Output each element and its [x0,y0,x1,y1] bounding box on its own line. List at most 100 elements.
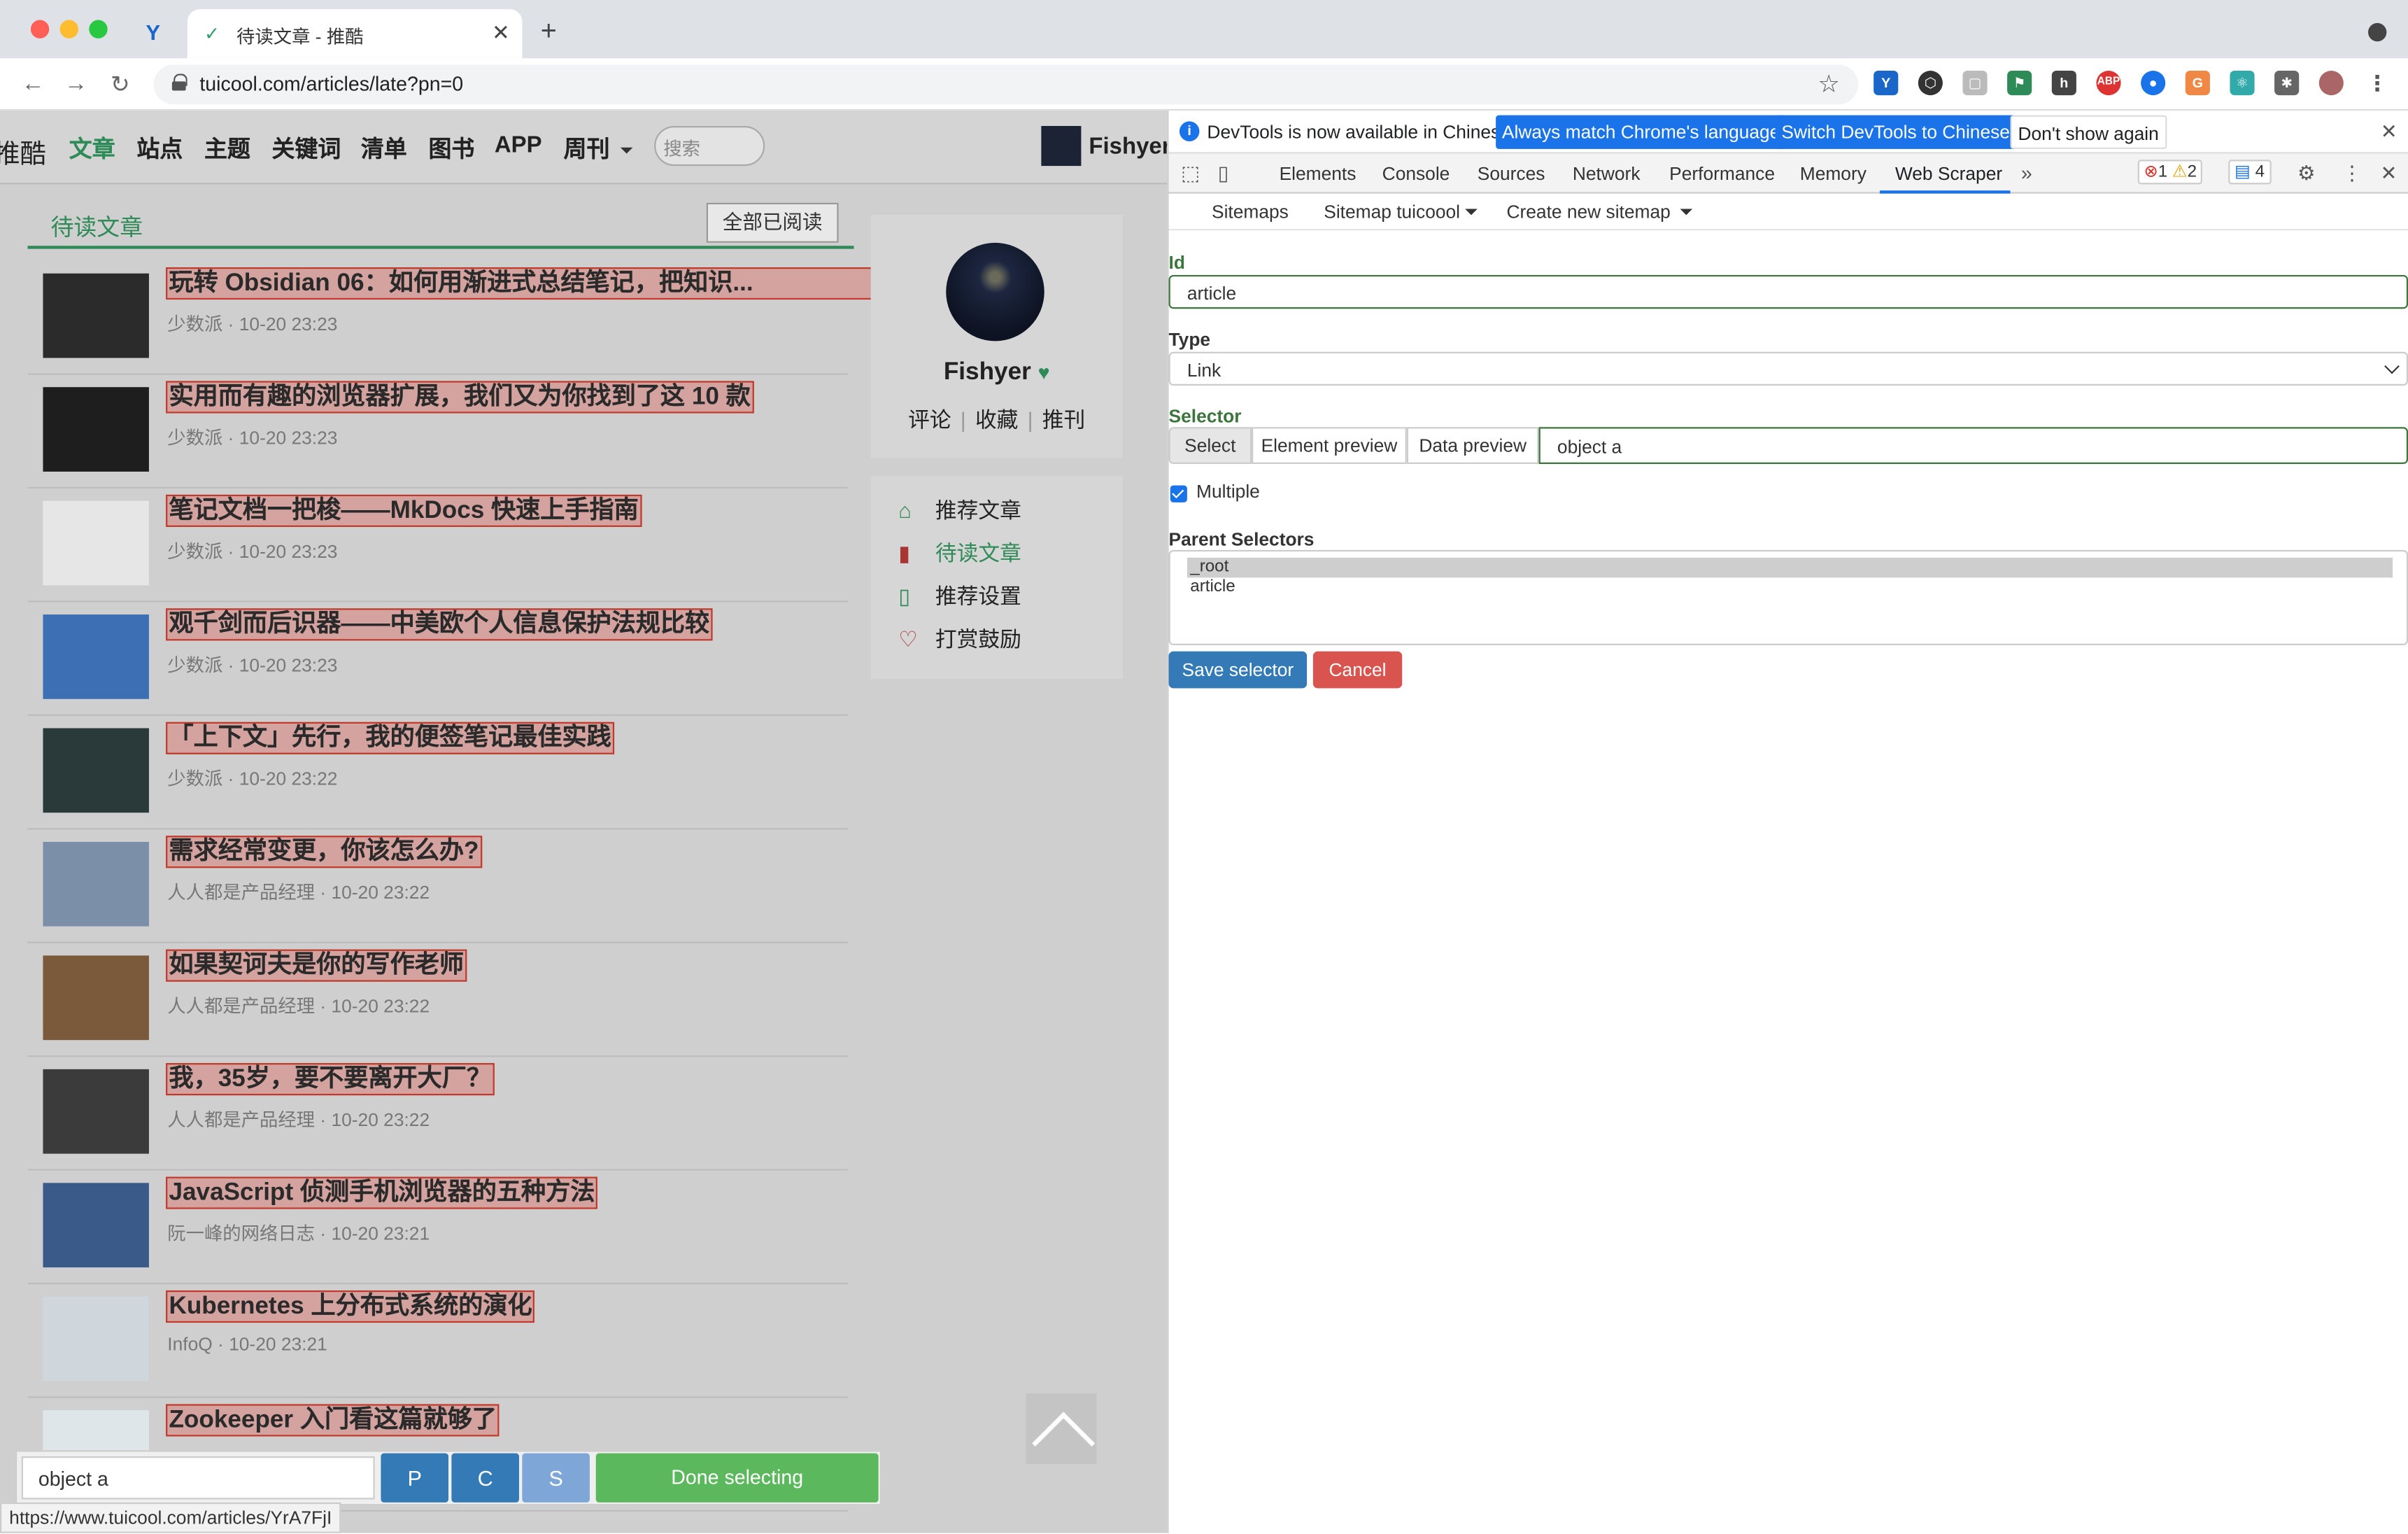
list-item[interactable]: 我，35岁，要不要离开大厂？ 人人都是产品经理 · 10-20 23:22 [27,1057,848,1171]
list-item[interactable]: 需求经常变更，你该怎么办? 人人都是产品经理 · 10-20 23:22 [27,829,848,943]
window-zoom-button[interactable] [89,20,108,38]
tab-close-icon[interactable]: ✕ [492,20,510,46]
extension-copy-icon[interactable]: ▢ [1962,70,1988,96]
article-source[interactable]: 少数派 [167,654,222,676]
tab-elements[interactable]: Elements [1280,163,1357,185]
device-toolbar-icon[interactable]: ▯ [1218,161,1229,185]
nav-item-articles[interactable]: 文章 [69,132,115,164]
inspect-element-icon[interactable]: ⬚ [1181,161,1200,185]
article-title-link[interactable]: Zookeeper 入门看这篇就够了 [166,1404,500,1437]
message-count-badge[interactable]: ▤ 4 [2228,160,2271,185]
save-selector-button[interactable]: Save selector [1168,651,1308,689]
article-source[interactable]: 少数派 [167,427,222,449]
selector-input[interactable]: object a [1538,427,2408,464]
infobar-close-icon[interactable]: ✕ [2381,120,2398,144]
selection-preview-input[interactable]: object a [21,1456,375,1500]
article-thumbnail[interactable] [43,1069,149,1154]
parent-option-root[interactable]: _root [1187,557,2393,578]
more-options-icon[interactable]: ⋮ [2342,161,2363,185]
sidebar-item-donate[interactable]: ♡ 打赏鼓励 [898,624,1021,654]
tab-console[interactable]: Console [1382,163,1450,185]
cancel-button[interactable]: Cancel [1312,651,1403,689]
article-thumbnail[interactable] [43,1183,149,1268]
element-preview-button[interactable]: Element preview [1252,427,1407,464]
article-thumbnail[interactable] [43,728,149,813]
profile-link-comments[interactable]: 评论 [899,404,961,435]
article-thumbnail[interactable] [43,500,149,586]
forward-arrow-icon[interactable]: → [64,71,87,97]
select-parent-button[interactable]: P [381,1453,448,1503]
switch-to-chinese-button[interactable]: Switch DevTools to Chinese [1775,115,2016,149]
article-source[interactable]: 人人都是产品经理 [167,1109,315,1131]
list-item[interactable]: Kubernetes 上分布式系统的演化 InfoQ · 10-20 23:21 [27,1284,848,1398]
list-item[interactable]: 如果契诃夫是你的写作老师 人人都是产品经理 · 10-20 23:22 [27,943,848,1057]
tab-web-scraper[interactable]: Web Scraper [1895,163,2002,185]
adblock-icon[interactable]: ABP [2096,70,2121,96]
article-thumbnail[interactable] [43,273,149,358]
list-item[interactable]: 观千剑而后识器——中美欧个人信息保护法规比较 少数派 · 10-20 23:23 [27,603,848,716]
extensions-puzzle-icon[interactable]: ✱ [2274,70,2300,96]
more-tabs-chevron-icon[interactable]: » [2021,161,2032,184]
profile-avatar[interactable] [2318,70,2344,96]
profile-link-push[interactable]: 推刊 [1033,404,1095,435]
article-title-link[interactable]: JavaScript 侦测手机浏览器的五种方法 [166,1176,598,1209]
parent-selectors-list[interactable]: _root article [1168,549,2408,645]
article-title-link[interactable]: Kubernetes 上分布式系统的演化 [166,1290,535,1323]
browser-tab[interactable]: ✓ 待读文章 - 推酷 ✕ [187,9,523,59]
nav-item-lists[interactable]: 清单 [361,132,407,164]
browser-menu-icon[interactable]: ⋮ [2365,71,2390,95]
extension-y-icon[interactable]: Y [1874,70,1899,96]
article-thumbnail[interactable] [43,1296,149,1381]
article-thumbnail[interactable] [43,614,149,699]
extension-google-icon[interactable]: G [2185,70,2210,96]
new-tab-button[interactable]: + [541,17,557,45]
sitemap-dropdown[interactable]: Sitemap tuicoool [1324,202,1478,223]
parent-option-article[interactable]: article [1187,577,2393,598]
extension-flag-icon[interactable]: ⚑ [2007,70,2032,96]
avatar[interactable] [946,242,1044,342]
back-arrow-icon[interactable]: ← [22,71,45,97]
article-source[interactable]: 少数派 [167,314,222,335]
article-source[interactable]: 人人都是产品经理 [167,995,315,1017]
list-item[interactable]: 玩转 Obsidian 06：如何用渐进式总结笔记，把知识... 少数派 · 10… [27,261,920,375]
settings-gear-icon[interactable]: ⚙ [2297,161,2316,185]
sitemaps-link[interactable]: Sitemaps [1212,202,1289,223]
window-close-button[interactable] [30,20,50,38]
tab-search-icon[interactable] [2367,22,2387,42]
select-button[interactable]: Select [1168,427,1252,464]
address-bar[interactable]: tuicool.com/articles/late?pn=0 ☆ [153,64,1859,105]
list-item[interactable]: JavaScript 侦测手机浏览器的五种方法 阮一峰的网络日志 · 10-20 … [27,1171,848,1285]
bookmark-star-icon[interactable]: ☆ [1818,69,1839,100]
extension-react-icon[interactable]: ⚛ [2230,70,2255,96]
profile-link-favorites[interactable]: 收藏 [966,404,1028,435]
nav-item-app[interactable]: APP [495,132,542,158]
article-title-link[interactable]: 实用而有趣的浏览器扩展，我们又为你找到了这 10 款 [166,381,754,414]
article-title-link[interactable]: 如果契诃夫是你的写作老师 [166,949,467,982]
multiple-checkbox[interactable] [1170,485,1187,502]
close-devtools-icon[interactable]: ✕ [2381,161,2398,185]
error-count-badge[interactable]: ⊗1 ⚠2 [2137,160,2203,185]
nav-item-weekly[interactable]: 周刊 [564,132,633,164]
dont-show-again-button[interactable]: Don't show again [2010,115,2167,149]
sidebar-item-settings[interactable]: ▯ 推荐设置 [898,581,1021,612]
article-title-link[interactable]: 观千剑而后识器——中美欧个人信息保护法规比较 [166,608,713,641]
select-shift-button[interactable]: S [522,1453,590,1503]
site-search-input[interactable]: 搜索 [654,126,765,167]
article-title-link[interactable]: 玩转 Obsidian 06：如何用渐进式总结笔记，把知识... [166,267,920,300]
article-title-link[interactable]: 笔记文档一把梭——MkDocs 快速上手指南 [166,494,642,527]
back-to-top-button[interactable] [1026,1393,1097,1465]
match-language-button[interactable]: Always match Chrome's language [1496,115,1787,149]
id-input[interactable]: article [1168,274,2408,309]
select-child-button[interactable]: C [451,1453,519,1503]
data-preview-button[interactable]: Data preview [1406,427,1539,464]
article-source[interactable]: 人人都是产品经理 [167,882,315,903]
create-sitemap-dropdown[interactable]: Create new sitemap [1506,202,1693,223]
user-avatar[interactable] [1041,126,1082,167]
tab-memory[interactable]: Memory [1800,163,1867,185]
article-source[interactable]: InfoQ [167,1333,212,1355]
article-thumbnail[interactable] [43,387,149,472]
article-source[interactable]: 少数派 [167,768,222,790]
mark-all-read-button[interactable]: 全部已阅读 [706,202,839,243]
list-item[interactable]: 笔记文档一把梭——MkDocs 快速上手指南 少数派 · 10-20 23:23 [27,488,848,603]
extension-hex-icon[interactable]: ⬡ [1918,70,1943,96]
